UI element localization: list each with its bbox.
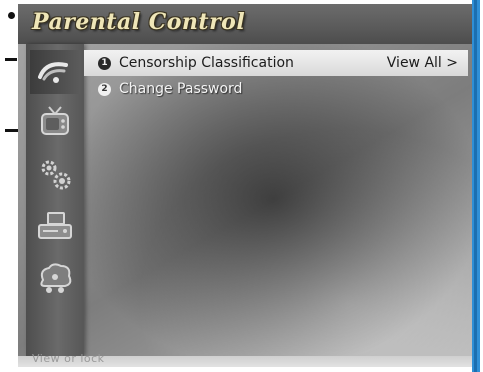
- menu-item-label: Change Password: [119, 81, 243, 97]
- menu-list: 1 Censorship Classification View All > 2…: [84, 50, 468, 102]
- tv-screen: Parental Control 1 Censorship Classifica…: [18, 4, 472, 367]
- nav-item-satellite[interactable]: [30, 50, 80, 94]
- scan-marker-line: [5, 129, 19, 132]
- nav-item-receiver[interactable]: [30, 204, 80, 248]
- network-icon: [35, 260, 75, 296]
- nav-item-settings[interactable]: [30, 152, 80, 196]
- satellite-dish-icon: [36, 57, 74, 87]
- menu-item-value[interactable]: View All >: [387, 50, 458, 76]
- footer-hint: View or lock: [32, 352, 105, 365]
- set-top-box-icon: [36, 210, 74, 242]
- scan-marker-line: [5, 58, 17, 61]
- nav-item-tv[interactable]: [30, 100, 80, 144]
- menu-icon-column: [26, 44, 84, 356]
- menu-item-label: Censorship Classification: [119, 55, 294, 71]
- page-title: Parental Control: [32, 9, 246, 35]
- menu-item-censorship-classification[interactable]: 1 Censorship Classification View All >: [84, 50, 468, 76]
- nav-item-network[interactable]: [30, 256, 80, 300]
- item-number-badge: 1: [98, 56, 111, 70]
- title-bar: Parental Control: [18, 4, 472, 44]
- item-number-badge: 2: [98, 82, 111, 96]
- settings-gears-icon: [36, 156, 74, 192]
- frame-edge-inner: [474, 0, 477, 372]
- scan-marker-dot: [8, 12, 15, 19]
- menu-item-change-password[interactable]: 2 Change Password: [84, 76, 468, 102]
- tv-icon: [37, 105, 73, 139]
